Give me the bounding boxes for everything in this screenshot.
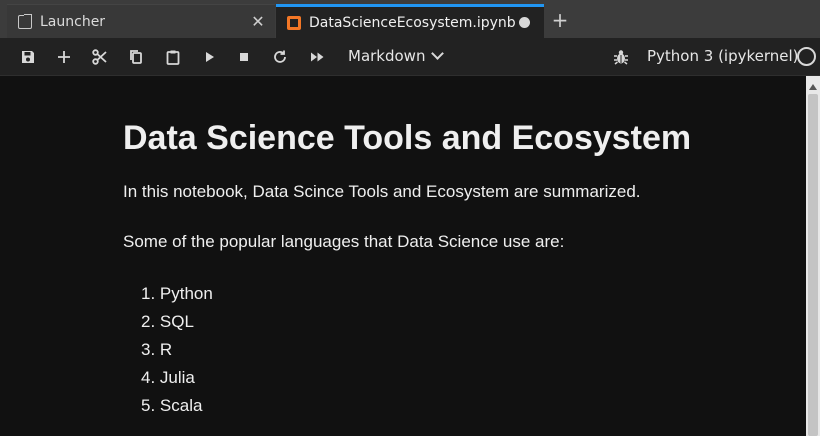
paste-button[interactable] xyxy=(160,44,186,70)
tab-notebook[interactable]: DataScienceEcosystem.ipynb xyxy=(276,4,544,38)
run-button[interactable] xyxy=(196,44,222,70)
cell-type-label: Markdown xyxy=(348,47,426,65)
copy-button[interactable] xyxy=(123,44,149,70)
vertical-scrollbar[interactable] xyxy=(806,76,820,436)
languages-list: 1. Python 2. SQL 3. R 4. Julia 5. Scala xyxy=(141,280,783,420)
tab-notebook-label: DataScienceEcosystem.ipynb xyxy=(309,14,516,31)
chevron-down-icon xyxy=(431,47,445,60)
list-item: 1. Python xyxy=(141,284,213,303)
unsaved-indicator-icon[interactable] xyxy=(519,17,530,28)
copy-icon xyxy=(130,50,142,64)
tab-launcher-label: Launcher xyxy=(40,13,106,30)
interrupt-button[interactable] xyxy=(231,44,257,70)
restart-run-all-button[interactable] xyxy=(304,44,330,70)
scroll-up-icon[interactable] xyxy=(809,84,817,90)
list-item: 5. Scala xyxy=(141,396,203,415)
languages-heading: Some of the popular languages that Data … xyxy=(123,232,565,251)
add-icon xyxy=(58,51,70,63)
paste-icon xyxy=(166,50,180,65)
kernel-status-icon xyxy=(797,47,816,66)
cell-type-select[interactable]: Markdown xyxy=(348,47,445,65)
run-icon xyxy=(206,52,214,62)
notebook-toolbar: Markdown Python 3 (ipykernel) xyxy=(0,38,820,76)
scrollbar-thumb[interactable] xyxy=(808,94,818,436)
markdown-cell[interactable]: Data Science Tools and Ecosystem In this… xyxy=(123,118,783,420)
save-button[interactable] xyxy=(15,44,41,70)
cut-icon xyxy=(92,49,107,65)
tab-launcher[interactable]: Launcher ✕ xyxy=(7,4,275,38)
insert-cell-button[interactable] xyxy=(51,44,77,70)
cut-button[interactable] xyxy=(87,44,113,70)
notebook-panel: Data Science Tools and Ecosystem In this… xyxy=(6,76,806,436)
list-item: 2. SQL xyxy=(141,312,194,331)
launcher-icon xyxy=(18,13,32,29)
stop-icon xyxy=(240,53,248,61)
list-item: 3. R xyxy=(141,340,173,359)
page-title: Data Science Tools and Ecosystem xyxy=(123,119,692,157)
fast-forward-icon xyxy=(311,52,324,62)
kernel-name[interactable]: Python 3 (ipykernel) xyxy=(647,47,799,65)
close-icon[interactable]: ✕ xyxy=(247,12,269,31)
list-item: 4. Julia xyxy=(141,368,195,387)
restart-button[interactable] xyxy=(267,44,293,70)
tab-bar: Launcher ✕ DataScienceEcosystem.ipynb + xyxy=(0,0,820,38)
notebook-icon xyxy=(287,15,301,30)
restart-icon xyxy=(274,50,286,63)
save-icon xyxy=(22,51,34,63)
new-tab-button[interactable]: + xyxy=(546,6,574,34)
intro-text: In this notebook, Data Scince Tools and … xyxy=(123,182,641,201)
debugger-bug-icon[interactable] xyxy=(612,48,630,66)
